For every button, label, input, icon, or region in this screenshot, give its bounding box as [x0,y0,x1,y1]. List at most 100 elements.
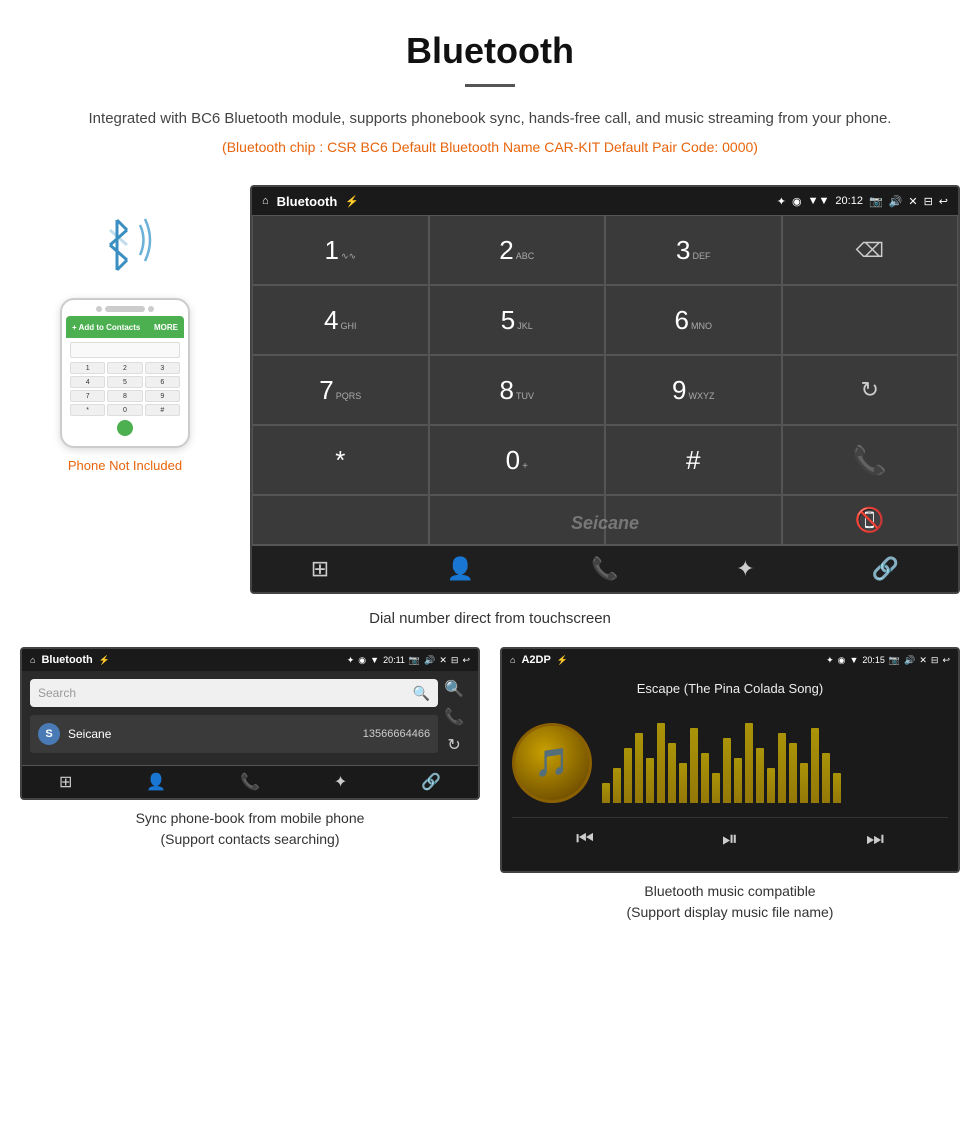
phone-key-1: 1 [70,362,105,374]
nav-bluetooth-icon[interactable]: ✦ [736,556,754,582]
location-icon: ◉ [792,195,802,208]
dial-0[interactable]: 0+ [429,425,606,495]
dial-refresh[interactable]: ↻ [782,355,959,425]
eq-bar [811,728,819,803]
phone-call-button [117,420,133,436]
dial-5[interactable]: 5JKL [429,285,606,355]
dial-4[interactable]: 4GHI [252,285,429,355]
music-caption: Bluetooth music compatible (Support disp… [500,881,960,923]
music-x-icon: ✕ [919,655,927,666]
contacts-loc-icon: ◉ [358,655,366,666]
dial-empty-2 [252,495,429,545]
eq-bar [822,753,830,803]
contact-row[interactable]: S Seicane 13566664466 [30,715,438,753]
nav-link-icon[interactable]: 🔗 [872,556,899,582]
phone-top [66,306,184,312]
music-back-icon[interactable]: ↩ [942,655,950,666]
equalizer-bars [602,723,948,803]
dial-backspace[interactable]: ⌫ [782,215,959,285]
music-content: 🎵 [512,708,948,817]
search-btn[interactable]: 🔍 [444,679,464,699]
back-icon[interactable]: ↩ [939,195,948,208]
contacts-search-bar[interactable]: Search 🔍 [30,679,438,707]
nav-dialpad-icon[interactable]: ⊞ [311,556,329,582]
bottom-nav: ⊞ 👤 📞 ✦ 🔗 [252,545,958,592]
eq-bar [690,728,698,803]
eq-bar [789,743,797,803]
music-controls: ⏮ ⏯ ⏭ [512,817,948,861]
screen-title: Bluetooth [277,194,338,209]
dial-9[interactable]: 9WXYZ [605,355,782,425]
dial-call-red[interactable]: 📵 [782,495,959,545]
contacts-bottom-nav: ⊞ 👤 📞 ✦ 🔗 [22,765,478,798]
song-title: Escape (The Pina Colada Song) [637,681,823,696]
dial-8[interactable]: 8TUV [429,355,606,425]
status-left: ⌂ Bluetooth ⚡ [262,194,359,209]
signal-icon: ▼▼ [808,195,830,207]
eq-bar [723,738,731,803]
page-header: Bluetooth Integrated with BC6 Bluetooth … [0,0,980,185]
call-btn[interactable]: 📞 [444,707,464,727]
music-caption-line2: (Support display music file name) [627,904,834,920]
nav-contacts-icon[interactable]: 👤 [447,556,474,582]
contact-name: Seicane [68,727,363,741]
bluetooth-status-icon: ✦ [777,195,786,208]
contacts-cam-icon: 📷 [409,655,420,666]
phone-section: + Add to Contacts MORE 1 2 3 4 5 6 7 8 9 [20,185,230,473]
phone-key-6: 6 [145,376,180,388]
dial-6[interactable]: 6MNO [605,285,782,355]
dial-2[interactable]: 2ABC [429,215,606,285]
phone-camera [96,306,102,312]
contacts-nav-bt[interactable]: ✦ [334,772,347,792]
dial-call-green[interactable]: 📞 [782,425,959,495]
dial-1[interactable]: 1∿∿ [252,215,429,285]
dial-3[interactable]: 3DEF [605,215,782,285]
music-home-icon[interactable]: ⌂ [510,655,515,665]
contact-avatar: S [38,723,60,745]
music-caption-line1: Bluetooth music compatible [644,883,815,899]
contact-number: 13566664466 [363,728,430,740]
contacts-nav-user[interactable]: 👤 [146,772,166,792]
contacts-nav-grid[interactable]: ⊞ [59,772,72,792]
main-android-screen: ⌂ Bluetooth ⚡ ✦ ◉ ▼▼ 20:12 📷 🔊 ✕ ⊟ ↩ [250,185,960,594]
next-button[interactable]: ⏭ [866,828,884,851]
music-vol-icon: 🔊 [904,655,915,666]
eq-bar [800,763,808,803]
contacts-nav-link[interactable]: 🔗 [421,772,441,792]
music-loc-icon: ◉ [838,655,846,666]
phone-key-9: 9 [145,390,180,402]
nav-phone-icon[interactable]: 📞 [591,556,618,582]
phone-mockup: + Add to Contacts MORE 1 2 3 4 5 6 7 8 9 [60,298,190,448]
contacts-caption-line2: (Support contacts searching) [161,831,340,847]
dial-hash[interactable]: # [605,425,782,495]
dial-7[interactable]: 7PQRS [252,355,429,425]
bluetooth-signal-icon [85,205,165,275]
contacts-nav-phone[interactable]: 📞 [240,772,260,792]
eq-bar [767,768,775,803]
music-body: Escape (The Pina Colada Song) 🎵 ⏮ ⏯ ⏭ [502,671,958,871]
home-icon[interactable]: ⌂ [262,195,269,207]
contacts-win-icon: ⊟ [451,655,459,666]
music-signal: ▼ [849,655,858,666]
refresh-btn[interactable]: ↻ [444,735,464,755]
title-divider [465,84,515,87]
music-bt-icon: ✦ [826,655,834,666]
phone-speaker [105,306,145,312]
dial-star[interactable]: * [252,425,429,495]
prev-button[interactable]: ⏮ [576,828,594,851]
phone-key-4: 4 [70,376,105,388]
close-icon: ✕ [908,195,917,208]
music-screen-wrap: ⌂ A2DP ⚡ ✦ ◉ ▼ 20:15 📷 🔊 ✕ ⊟ ↩ E [500,647,960,923]
eq-bar [679,763,687,803]
contacts-status-left: ⌂ Bluetooth ⚡ [30,654,110,666]
contacts-x-icon: ✕ [439,655,447,666]
eq-bar [657,723,665,803]
eq-bar [833,773,841,803]
play-pause-button[interactable]: ⏯ [722,828,738,851]
eq-bar [613,768,621,803]
page-title: Bluetooth [20,30,960,72]
phone-keypad: 1 2 3 4 5 6 7 8 9 * 0 # [66,338,184,440]
phone-key-3: 3 [145,362,180,374]
contacts-back-icon[interactable]: ↩ [462,655,470,666]
contacts-home-icon[interactable]: ⌂ [30,655,35,665]
